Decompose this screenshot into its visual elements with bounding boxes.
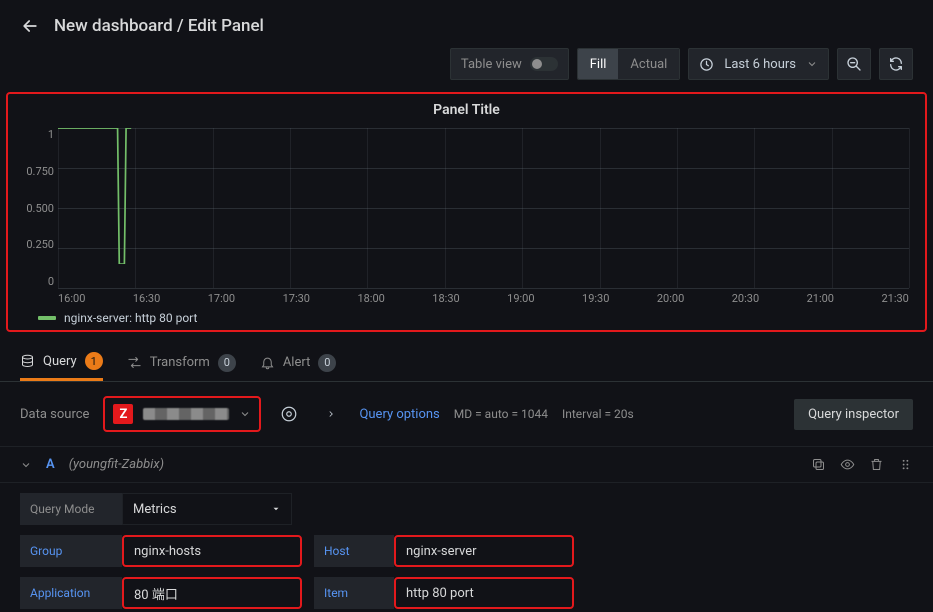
database-icon [20,354,35,369]
x-tick: 17:00 [208,292,235,305]
panel-preview: Panel Title 1 0.750 0.500 0.250 0 [6,92,927,332]
datasource-name-redacted [143,408,229,420]
tab-transform[interactable]: Transform 0 [127,352,236,381]
x-tick: 17:30 [283,292,310,305]
panel-toolbar: Table view Fill Actual Last 6 hours [0,48,933,92]
x-tick: 20:00 [657,292,684,305]
x-tick: 19:30 [582,292,609,305]
y-tick: 1 [18,128,54,141]
host-input[interactable]: nginx-server [394,535,574,567]
application-input[interactable]: 80 端口 [122,577,302,609]
x-tick: 19:00 [507,292,534,305]
query-options-link[interactable]: Query options [359,407,439,422]
breadcrumb: New dashboard / Edit Panel [54,16,264,36]
x-tick: 18:00 [357,292,384,305]
chevron-right-icon [326,409,336,419]
group-input[interactable]: nginx-hosts [122,535,302,567]
refresh-button[interactable] [879,48,913,80]
query-row-actions [811,457,913,472]
x-tick: 21:00 [807,292,834,305]
group-label[interactable]: Group [20,535,122,567]
y-tick: 0.750 [18,165,54,178]
meta-md: MD = auto = 1044 [454,407,548,421]
item-label[interactable]: Item [314,577,394,609]
tab-transform-label: Transform [150,355,210,370]
query-mode-value: Metrics [133,502,177,517]
chart-legend[interactable]: nginx-server: http 80 port [38,311,915,325]
item-input[interactable]: http 80 port [394,577,574,609]
eye-icon[interactable] [840,457,855,472]
x-tick: 18:30 [432,292,459,305]
table-view-label: Table view [461,57,522,72]
transform-icon [127,355,142,370]
tab-alert-label: Alert [283,355,311,370]
back-button[interactable] [20,16,40,36]
meta-interval: Interval = 20s [562,407,634,421]
chart-area[interactable]: 1 0.750 0.500 0.250 0 [58,128,909,288]
panel-title: Panel Title [18,100,915,128]
tab-query-count: 1 [85,352,103,370]
x-tick: 20:30 [732,292,759,305]
query-inspector-button[interactable]: Query inspector [794,399,913,430]
tab-alert-count: 0 [318,354,336,372]
query-options-expand[interactable] [317,400,345,428]
clock-icon [699,57,714,72]
query-config: Query Mode Metrics Group nginx-hosts Hos… [0,483,933,612]
chart-y-axis: 1 0.750 0.500 0.250 0 [18,128,54,288]
host-label[interactable]: Host [314,535,394,567]
fill-option[interactable]: Fill [578,49,619,79]
zabbix-logo-icon: Z [113,404,133,424]
collapse-toggle[interactable] [20,459,32,471]
editor-tabs: Query 1 Transform 0 Alert 0 [0,332,933,382]
chart-x-axis: 16:00 16:30 17:00 17:30 18:00 18:30 19:0… [58,292,909,305]
query-name: (youngfit-Zabbix) [69,457,164,472]
legend-label: nginx-server: http 80 port [64,311,197,325]
tab-query-label: Query [43,354,77,369]
x-tick: 21:30 [881,292,908,305]
datasource-row: Data source Z Query options MD = auto = … [0,382,933,446]
legend-swatch-icon [38,316,56,320]
tab-transform-count: 0 [218,354,236,372]
query-mode-select[interactable]: Metrics [122,493,292,525]
y-tick: 0.500 [18,202,54,215]
y-tick: 0.250 [18,238,54,251]
x-tick: 16:30 [133,292,160,305]
actual-option[interactable]: Actual [618,49,679,79]
chevron-down-icon [239,408,251,420]
query-row-header: A (youngfit-Zabbix) [0,446,933,483]
toggle-switch-icon [530,57,558,71]
y-tick: 0 [18,275,54,288]
bell-icon [260,355,275,370]
datasource-label: Data source [20,407,89,422]
chart-line [58,128,909,264]
tab-query[interactable]: Query 1 [20,352,103,381]
datasource-settings-button[interactable] [275,400,303,428]
query-mode-label: Query Mode [20,493,122,525]
tab-alert[interactable]: Alert 0 [260,352,337,381]
duplicate-icon[interactable] [811,457,826,472]
time-range-picker[interactable]: Last 6 hours [688,48,829,80]
chevron-down-icon [806,58,818,70]
drag-handle-icon[interactable] [898,457,913,472]
time-range-label: Last 6 hours [724,57,796,72]
query-ref-id[interactable]: A [46,457,55,472]
refresh-icon [888,56,904,72]
settings-icon [280,405,298,423]
zoom-out-button[interactable] [837,48,871,80]
table-view-toggle[interactable]: Table view [450,48,569,80]
query-options-meta: MD = auto = 1044 Interval = 20s [454,407,634,421]
caret-down-icon [271,504,281,514]
zoom-out-icon [846,56,862,72]
trash-icon[interactable] [869,457,884,472]
x-tick: 16:00 [58,292,85,305]
chart-plot [58,128,909,288]
datasource-picker[interactable]: Z [103,396,261,432]
application-label[interactable]: Application [20,577,122,609]
fill-actual-segment: Fill Actual [577,48,681,80]
